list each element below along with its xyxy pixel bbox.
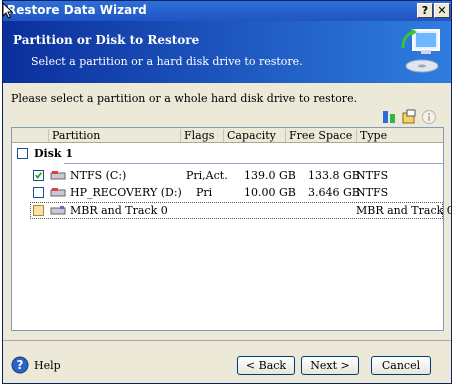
svg-text:?: ? xyxy=(17,358,24,372)
info-icon[interactable] xyxy=(421,109,437,125)
table-row[interactable]: NTFS (C:) Pri,Act. 139.0 GB 133.8 GB NTF… xyxy=(12,167,443,184)
group-label: Disk 1 xyxy=(34,147,74,160)
next-button[interactable]: Next > xyxy=(301,356,359,375)
row-checkbox[interactable] xyxy=(33,187,44,198)
checkmark-icon xyxy=(35,172,43,179)
partition-capacity: 10.00 GB xyxy=(244,186,296,199)
column-capacity[interactable]: Capacity xyxy=(223,129,285,142)
disk-properties-icon[interactable] xyxy=(401,109,417,125)
help-link[interactable]: Help xyxy=(34,359,61,372)
partition-name: HP_RECOVERY (D:) xyxy=(70,186,182,199)
group-divider xyxy=(64,163,444,164)
column-partition[interactable]: Partition xyxy=(48,129,182,142)
restore-wizard-window: Restore Data Wizard ? ✕ Partition or Dis… xyxy=(2,0,452,384)
table-row-focused[interactable]: MBR and Track 0 MBR and Track 0 xyxy=(30,202,451,219)
mbr-disk-icon xyxy=(50,206,66,215)
partition-drive-icon xyxy=(50,171,66,180)
wizard-header: Partition or Disk to Restore Select a pa… xyxy=(3,21,451,83)
columns-icon[interactable] xyxy=(381,109,397,125)
partition-capacity: 139.0 GB xyxy=(244,169,296,182)
partition-type: MBR and Track 0 xyxy=(356,204,452,217)
column-type[interactable]: Type xyxy=(356,129,444,142)
step-title: Partition or Disk to Restore xyxy=(13,33,200,47)
partition-free-space: 133.8 GB xyxy=(308,169,360,182)
button-separator xyxy=(3,340,451,341)
help-icon[interactable]: ? xyxy=(11,356,29,374)
partition-type: NTFS xyxy=(356,186,389,199)
partition-name: MBR and Track 0 xyxy=(70,204,168,217)
close-button[interactable]: ✕ xyxy=(434,3,450,18)
column-flags[interactable]: Flags xyxy=(180,129,223,142)
table-row[interactable]: HP_RECOVERY (D:) Pri 10.00 GB 3.646 GB N… xyxy=(12,184,443,201)
list-header: Partition Flags Capacity Free Space Type xyxy=(12,128,443,143)
row-checkbox-checked[interactable] xyxy=(33,170,44,181)
column-free-space[interactable]: Free Space xyxy=(285,129,356,142)
partition-flags: Pri,Act. xyxy=(186,169,228,182)
partition-name: NTFS (C:) xyxy=(70,169,127,182)
back-button[interactable]: < Back xyxy=(237,356,295,375)
title-help-button[interactable]: ? xyxy=(417,3,433,18)
row-checkbox[interactable] xyxy=(33,205,44,216)
partition-flags: Pri xyxy=(196,186,213,199)
title-bar[interactable]: Restore Data Wizard ? ✕ xyxy=(3,1,451,21)
partition-list[interactable]: Partition Flags Capacity Free Space Type… xyxy=(11,127,451,331)
partition-type: NTFS xyxy=(356,169,389,182)
group-row-disk1[interactable]: Disk 1 xyxy=(12,145,444,164)
partition-free-space: 3.646 GB xyxy=(308,186,360,199)
cancel-button[interactable]: Cancel xyxy=(371,356,431,375)
instruction-text: Please select a partition or a whole har… xyxy=(11,92,358,105)
disk1-checkbox[interactable] xyxy=(17,148,28,159)
restore-computer-icon xyxy=(401,28,440,73)
partition-drive-icon xyxy=(50,188,66,197)
window-title: Restore Data Wizard xyxy=(7,3,147,17)
mouse-pointer-icon xyxy=(2,2,14,19)
step-subtitle: Select a partition or a hard disk drive … xyxy=(31,55,303,68)
